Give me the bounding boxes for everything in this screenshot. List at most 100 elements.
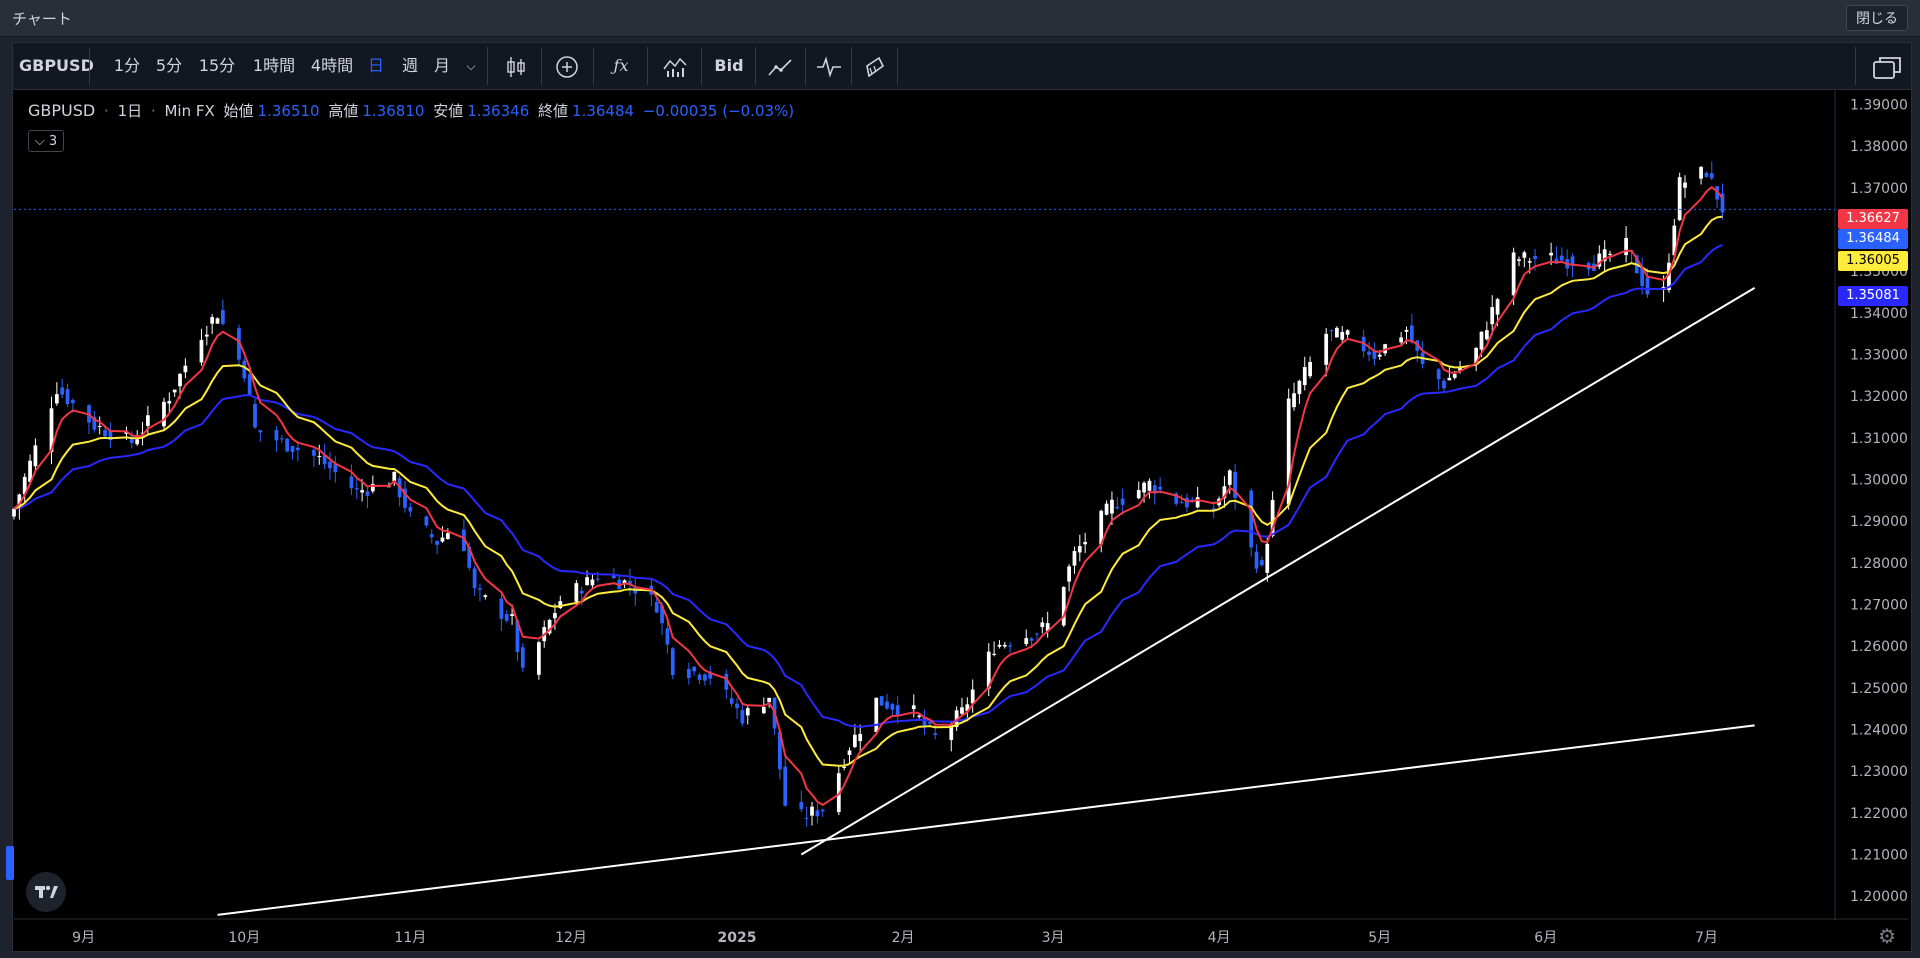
candle-body: [1120, 498, 1125, 505]
legend-interval: 1日: [117, 102, 143, 120]
candle-body: [1484, 330, 1489, 340]
y-tick-label: 1.34000: [1850, 306, 1908, 322]
candle-body: [317, 455, 322, 457]
candle-body: [440, 537, 445, 542]
candle-body: [1147, 480, 1152, 491]
candle-body: [328, 461, 332, 469]
side-panel-handle[interactable]: [6, 846, 14, 880]
candle-body: [810, 806, 814, 816]
candle-body: [842, 766, 847, 768]
candle-body: [852, 734, 857, 748]
candle-body: [1511, 252, 1516, 296]
candle-body: [1002, 644, 1007, 647]
candle-body: [199, 339, 204, 363]
candle-body: [692, 666, 697, 672]
candle-body: [1035, 633, 1039, 635]
legend-high-label: 高値: [328, 102, 359, 120]
candle-body: [60, 387, 65, 395]
candle-body: [740, 710, 745, 724]
candle-body: [71, 399, 75, 404]
y-tick-label: 1.22000: [1850, 806, 1908, 822]
candle-body: [1533, 256, 1537, 260]
candle-body: [312, 449, 316, 456]
price-badge: 1.36005: [1838, 251, 1908, 271]
candle-body: [997, 644, 1002, 647]
candle-body: [1608, 253, 1612, 255]
candle-body: [1308, 361, 1312, 377]
candle-body: [221, 310, 225, 324]
y-tick-label: 1.31000: [1850, 431, 1908, 447]
candle-body: [703, 674, 707, 681]
candle-body: [735, 703, 739, 709]
candle-body: [510, 614, 514, 617]
candle-body: [960, 707, 964, 714]
candle-body: [354, 488, 359, 490]
candle-body: [349, 476, 354, 489]
candle-body: [1158, 486, 1163, 490]
candle-body: [1115, 506, 1120, 509]
x-tick-label: 4月: [1208, 930, 1231, 946]
candle-body: [204, 334, 209, 337]
candle-body: [874, 697, 879, 732]
candle-body: [1436, 369, 1441, 380]
candle-body: [1549, 252, 1553, 256]
candle-body: [1008, 645, 1013, 647]
candle-body: [1040, 622, 1045, 628]
legend-low-value: 1.36346: [467, 102, 530, 120]
x-tick-label: 12月: [555, 930, 587, 946]
legend-high-value: 1.36810: [362, 102, 425, 120]
x-tick-label: 2月: [892, 930, 915, 946]
candle-body: [1072, 550, 1077, 566]
candle-body: [970, 689, 975, 704]
candle-body: [478, 588, 482, 590]
ma-mid-line: [13, 215, 1723, 767]
candle-body: [1645, 277, 1650, 295]
candle-body: [761, 706, 766, 714]
candle-body: [1324, 333, 1329, 365]
candle-body: [890, 704, 895, 710]
candle-body: [767, 697, 772, 703]
trendline: [217, 724, 1755, 916]
x-tick-label: 5月: [1368, 930, 1391, 946]
candle-body: [697, 674, 702, 680]
price-badge: 1.36627: [1838, 209, 1908, 229]
candle-body: [424, 516, 429, 526]
candle-body: [1227, 470, 1232, 485]
candle-body: [97, 425, 102, 427]
candle-body: [1061, 587, 1066, 626]
x-tick-label: 6月: [1534, 930, 1557, 946]
candle-body: [54, 394, 59, 404]
y-tick-label: 1.28000: [1850, 556, 1908, 572]
candle-body: [1340, 331, 1345, 340]
candle-body: [1024, 638, 1029, 645]
candle-body: [820, 809, 825, 812]
y-tick-label: 1.37000: [1850, 181, 1908, 197]
candle-body: [1104, 503, 1109, 515]
candle-body: [435, 540, 439, 545]
indicator-toggle-button[interactable]: ⌵ 3: [28, 130, 64, 152]
candle-body: [1185, 497, 1189, 508]
candle-body: [579, 590, 584, 594]
y-tick-label: 1.26000: [1850, 639, 1908, 655]
candle-body: [670, 648, 675, 676]
tradingview-logo-icon: [26, 872, 66, 912]
y-tick-label: 1.32000: [1850, 389, 1908, 405]
candle-body: [992, 653, 996, 655]
candle-body: [885, 701, 889, 709]
gear-icon[interactable]: ⚙: [1878, 924, 1896, 948]
ma-slow-line: [13, 243, 1723, 728]
candle-body: [654, 601, 659, 613]
candle-body: [1704, 172, 1709, 177]
candle-body: [1709, 173, 1714, 179]
y-tick-label: 1.39000: [1850, 98, 1908, 114]
candle-body: [1367, 351, 1371, 355]
candle-body: [847, 750, 852, 755]
indicator-count: 3: [48, 134, 58, 149]
candle-body: [445, 533, 450, 540]
candle-body: [536, 642, 541, 675]
candle-body: [1377, 354, 1382, 357]
price-chart[interactable]: 1.390001.380001.370001.360001.350001.340…: [0, 0, 1920, 958]
candle-body: [167, 400, 172, 404]
ma-fast-line: [13, 185, 1724, 807]
candle-body: [274, 430, 279, 441]
